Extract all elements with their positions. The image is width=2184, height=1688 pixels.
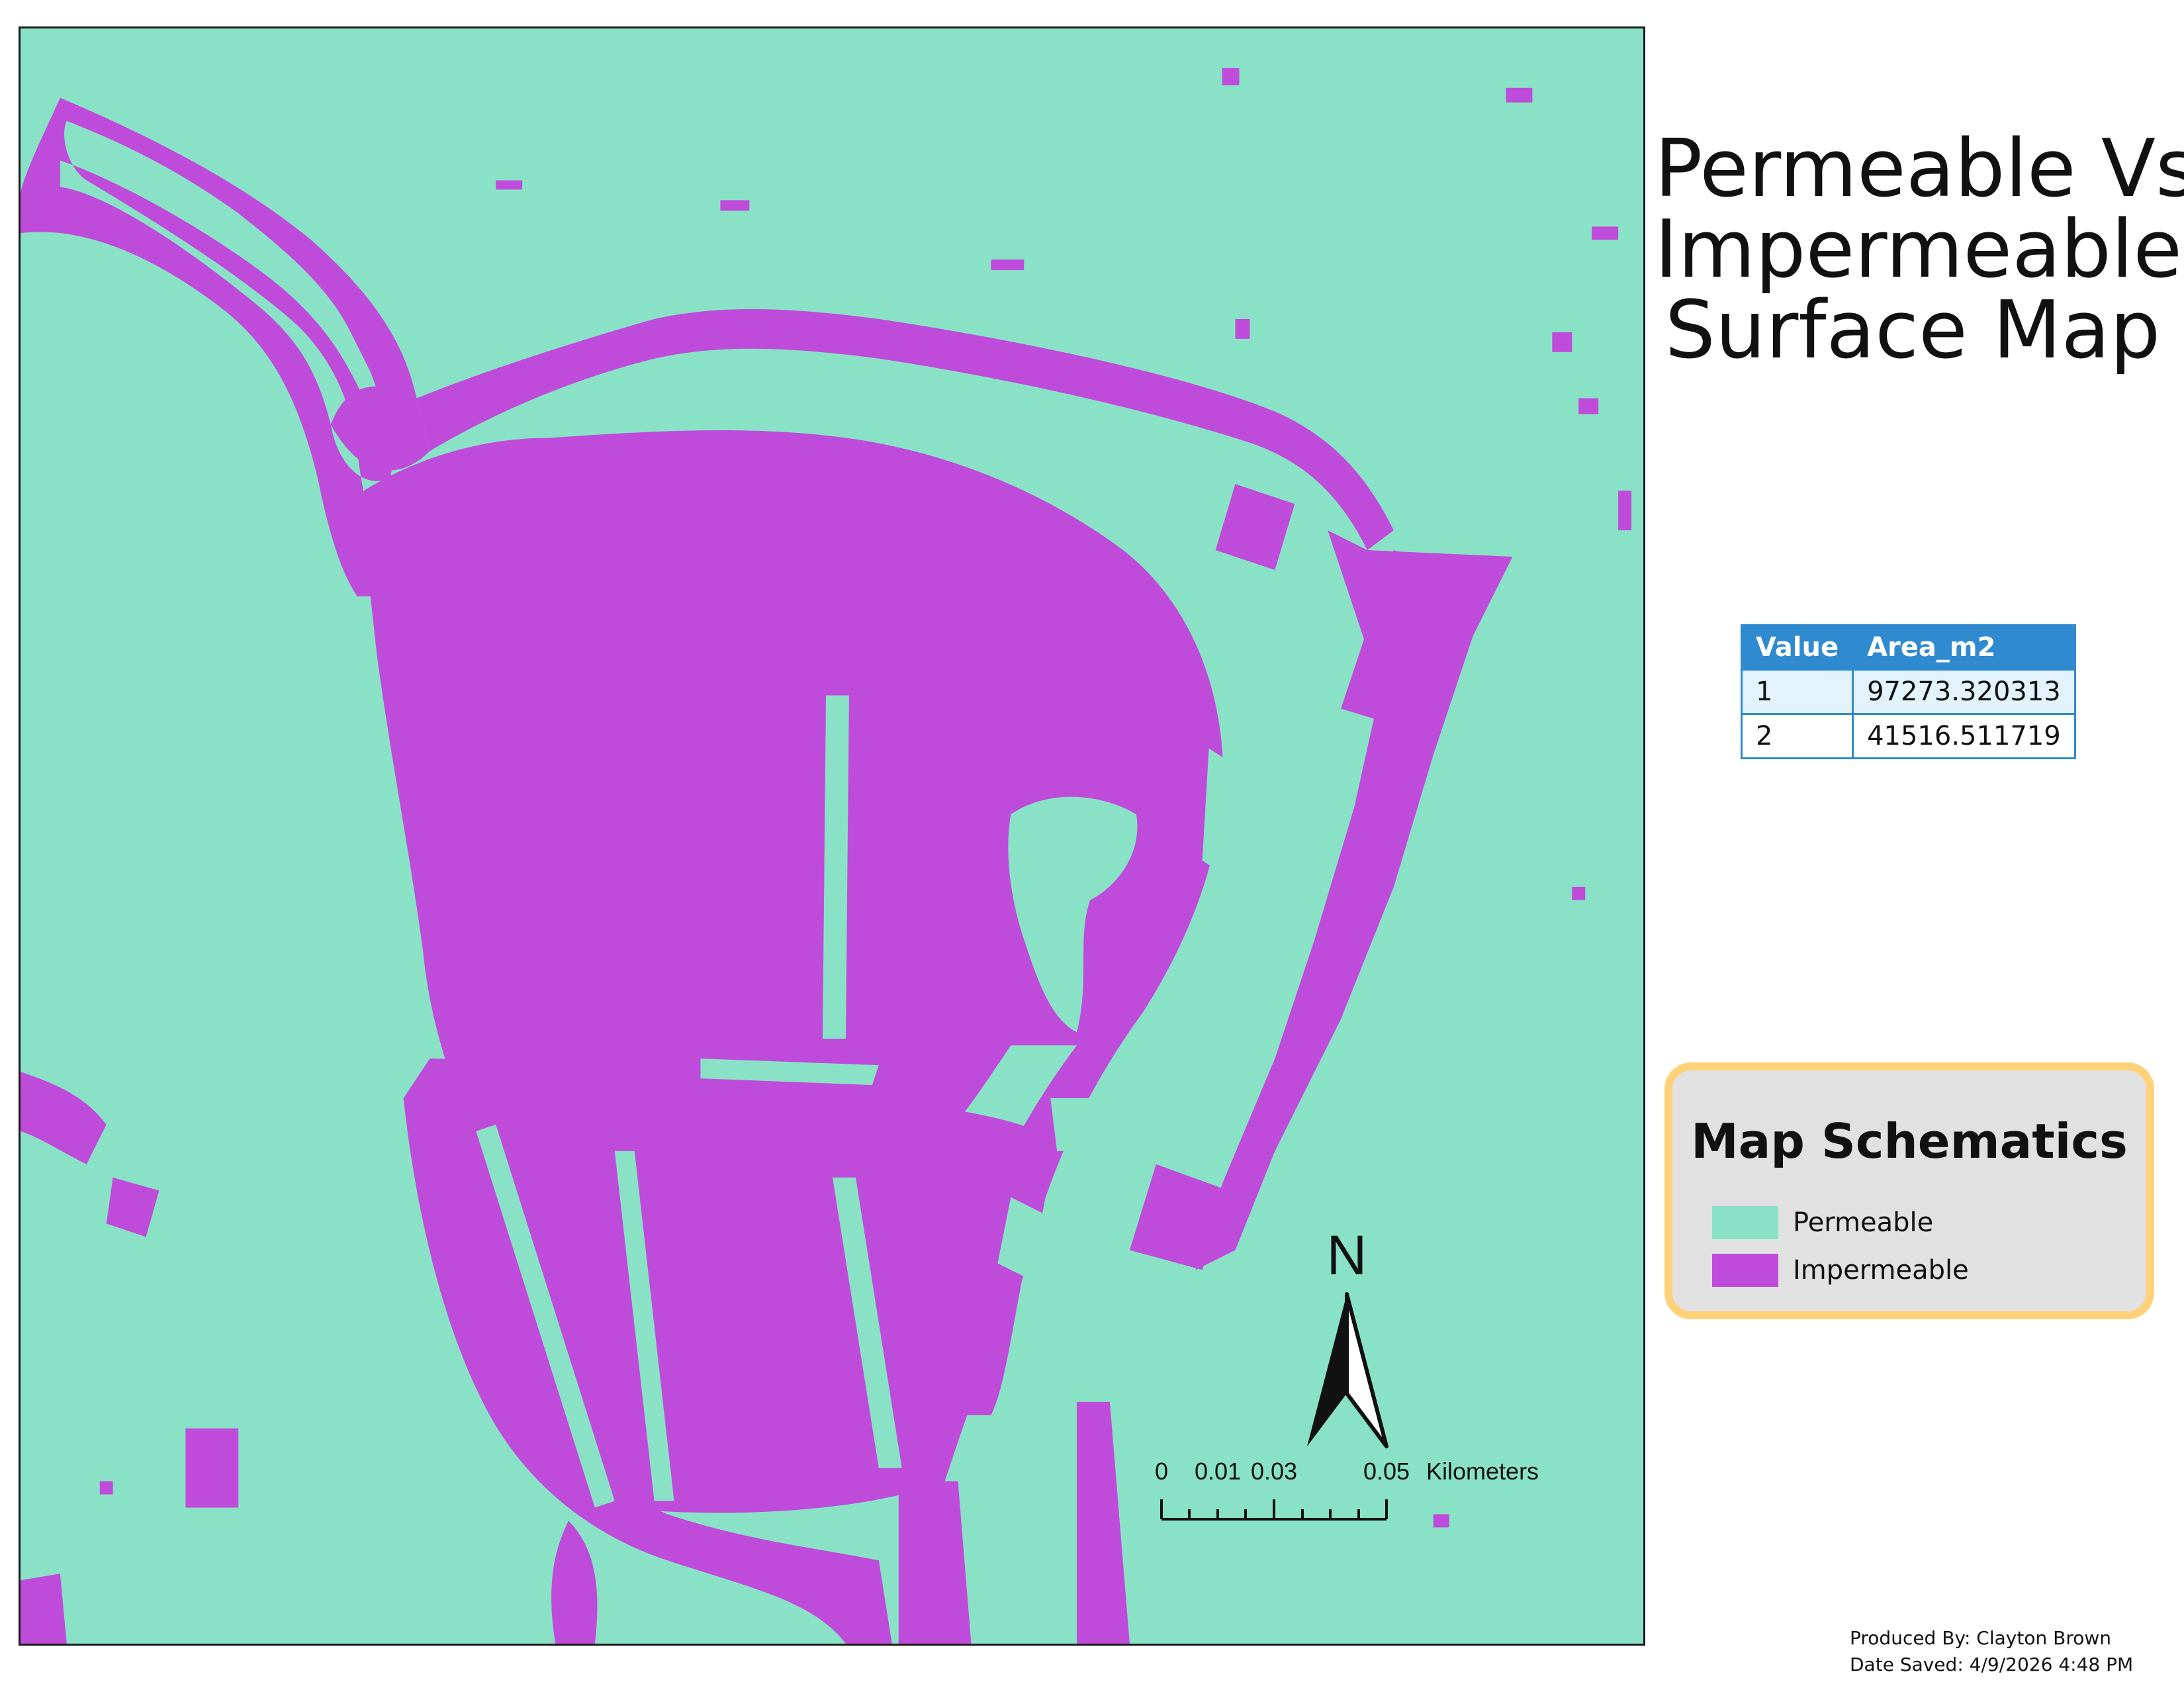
table-header-value[interactable]: Value [1740, 624, 1854, 671]
table-cell-value: 2 [1740, 713, 1854, 759]
legend-label-impermeable: Impermeable [1793, 1255, 1969, 1286]
produced-by: Produced By: Clayton Brown [1850, 1627, 2112, 1649]
north-arrow-icon: N [1307, 1228, 1388, 1448]
title-line-1: Permeable Vs. [1655, 123, 2184, 215]
loop-road [21, 97, 417, 596]
map-title: Permeable Vs. Impermeable Surface Map [1655, 123, 2184, 377]
date-saved: Date Saved: 4/9/2026 4:48 PM [1850, 1654, 2134, 1675]
scale-label-1: 0.01 [1195, 1458, 1241, 1485]
building-e [1215, 484, 1295, 570]
area-table: Value Area_m2 1 97273.320313 2 41516.511… [1740, 624, 2076, 759]
table-cell-area: 41516.511719 [1852, 713, 2076, 759]
credits: Produced By: Clayton Brown Date Saved: 4… [1850, 1625, 2133, 1678]
title-line-2: Impermeable [1655, 204, 2183, 296]
scale-label-3: 0.05 [1363, 1458, 1410, 1485]
legend-swatch-impermeable [1712, 1254, 1778, 1287]
legend-panel: Map Schematics Permeable Impermeable [1664, 1062, 2154, 1319]
legend-title: Map Schematics [1691, 1113, 2128, 1169]
table-header-row: Value Area_m2 [1740, 624, 2076, 671]
scale-bar: 0 0.01 0.03 0.05 Kilometers [1155, 1458, 1539, 1521]
table-row[interactable]: 2 41516.511719 [1740, 713, 2076, 759]
legend-swatch-permeable [1712, 1206, 1778, 1239]
north-arrow-left-half [1307, 1294, 1347, 1446]
scale-ticks [1160, 1499, 1388, 1521]
title-line-3: Surface Map [1664, 285, 2161, 377]
north-arrow-right-half [1345, 1292, 1388, 1448]
table-row[interactable]: 1 97273.320313 [1740, 669, 2076, 715]
scale-units: Kilometers [1426, 1458, 1539, 1485]
north-label: N [1327, 1228, 1367, 1286]
map-frame[interactable] [19, 26, 1645, 1646]
map-canvas[interactable] [21, 28, 1643, 1644]
legend-item-permeable[interactable]: Permeable [1712, 1203, 1933, 1243]
table-cell-area: 97273.320313 [1852, 669, 2076, 715]
scale-label-0: 0 [1155, 1458, 1168, 1485]
legend-label-permeable: Permeable [1793, 1207, 1934, 1238]
table-header-area[interactable]: Area_m2 [1852, 624, 2076, 671]
legend-item-impermeable[interactable]: Impermeable [1712, 1250, 1969, 1290]
right-strip [1195, 530, 1513, 1270]
table-cell-value: 1 [1740, 669, 1854, 715]
scale-label-2: 0.03 [1251, 1458, 1297, 1485]
